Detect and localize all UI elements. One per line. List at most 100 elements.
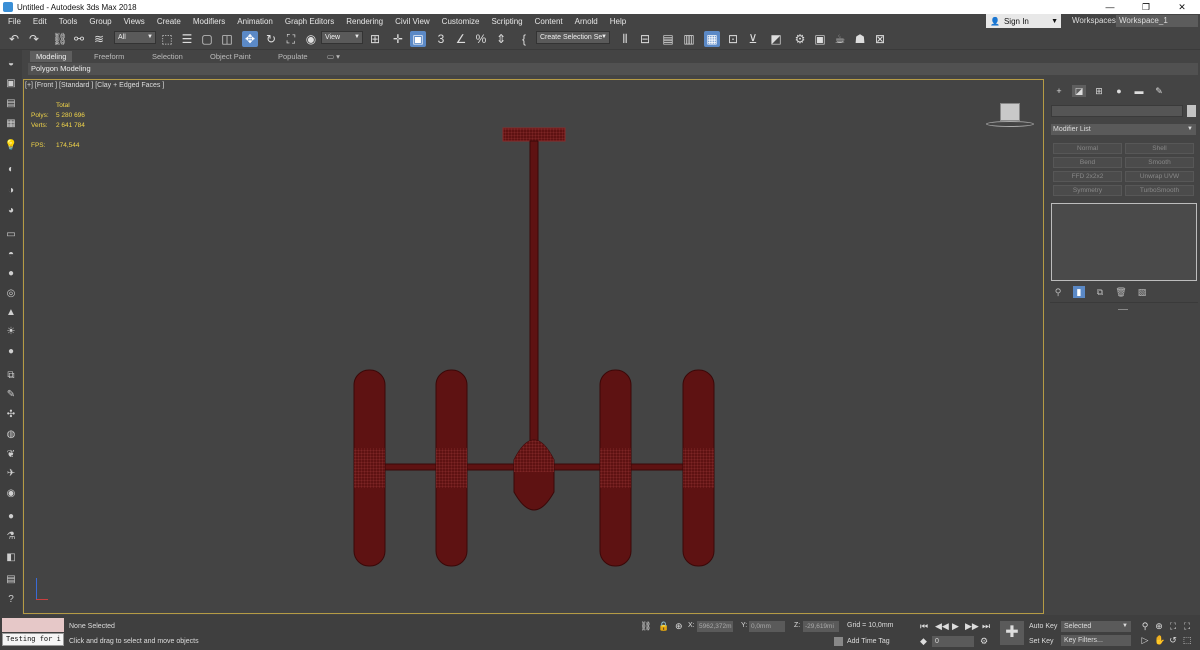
maxscript-listener-input[interactable]: Testing for i	[2, 633, 64, 646]
absolute-mode-icon[interactable]: ⊕	[675, 621, 683, 632]
rendered-frame-window-icon[interactable]: ▣	[812, 31, 828, 47]
viewport-nav-icon[interactable]: ◒	[4, 58, 18, 70]
blue-sphere-icon[interactable]: ●	[4, 511, 18, 523]
pan-icon[interactable]: ✋	[1154, 635, 1165, 646]
explorer-icon[interactable]: ▤	[4, 98, 18, 110]
link-icon[interactable]: ⛓	[52, 31, 68, 47]
menu-edit[interactable]: Edit	[27, 17, 53, 26]
render-production-icon[interactable]: ☕	[832, 31, 848, 47]
scene-explorer-icon[interactable]: ▤	[660, 31, 676, 47]
bird-icon[interactable]: ✈	[4, 468, 18, 480]
modify-tab-icon[interactable]: ◪	[1072, 85, 1086, 97]
camera-icon[interactable]: ◑	[4, 185, 18, 197]
field-of-view-icon[interactable]: ▷	[1140, 635, 1150, 646]
schematic-view-icon[interactable]: ⊻	[745, 31, 761, 47]
cone-icon[interactable]: ▲	[4, 307, 18, 319]
auto-key-button[interactable]: Auto Key	[1029, 623, 1057, 630]
modifier-button-unwrap-uvw[interactable]: Unwrap UVW	[1125, 171, 1194, 182]
viewcube-ring[interactable]	[986, 121, 1034, 127]
ribbon-polygon-modeling[interactable]: Polygon Modeling	[28, 64, 91, 73]
snap-toggle-icon[interactable]: 3	[433, 31, 449, 47]
display-tab-icon[interactable]: ▬	[1132, 85, 1146, 97]
menu-modifiers[interactable]: Modifiers	[187, 17, 231, 26]
document-icon[interactable]: ▤	[4, 574, 18, 586]
leaf-icon[interactable]: ❦	[4, 449, 18, 461]
render-iterative-icon[interactable]: ☗	[852, 31, 868, 47]
modifier-button-smooth[interactable]: Smooth	[1125, 157, 1194, 168]
menu-graph-editors[interactable]: Graph Editors	[279, 17, 340, 26]
maxscript-listener-output[interactable]	[2, 618, 64, 632]
minimize-button[interactable]: —	[1092, 0, 1128, 14]
modifier-button-shell[interactable]: Shell	[1125, 143, 1194, 154]
modifier-button-normal[interactable]: Normal	[1053, 143, 1122, 154]
help-icon[interactable]: ?	[4, 594, 18, 606]
shape-icon[interactable]: ◓	[4, 249, 18, 261]
select-by-name-icon[interactable]: ☰	[179, 31, 195, 47]
menu-tools[interactable]: Tools	[53, 17, 84, 26]
time-config-icon[interactable]: ⚙	[980, 636, 988, 647]
tool-icon[interactable]: ✎	[4, 389, 18, 401]
viewcube[interactable]	[1000, 103, 1020, 121]
maximize-viewport-icon[interactable]: ⬚	[1182, 635, 1192, 646]
pin-stack-icon[interactable]: ⚲	[1052, 286, 1064, 298]
spinner-snap-icon[interactable]: ⇕	[493, 31, 509, 47]
set-keys-icon[interactable]: ✚	[1000, 621, 1024, 645]
object-color-swatch[interactable]	[1187, 105, 1196, 117]
modifier-button-bend[interactable]: Bend	[1053, 157, 1122, 168]
modifier-list-dropdown[interactable]: Modifier List ▼	[1051, 124, 1196, 135]
tab-selection[interactable]: Selection	[152, 51, 183, 62]
align-icon[interactable]: ⊟	[637, 31, 653, 47]
unlink-icon[interactable]: ⚯	[71, 31, 87, 47]
modifier-button-ffd[interactable]: FFD 2x2x2	[1053, 171, 1122, 182]
configure-modifier-sets-icon[interactable]: ▧	[1136, 286, 1148, 298]
select-manipulate-icon[interactable]: ✛	[390, 31, 406, 47]
x-coordinate-field[interactable]: 5962,372m	[697, 621, 733, 632]
torus-icon[interactable]: ◎	[4, 288, 18, 300]
play-icon[interactable]: ▶	[952, 621, 959, 632]
z-coordinate-field[interactable]: -29,619mi	[803, 621, 839, 632]
light-icon[interactable]: 💡	[4, 140, 18, 152]
zoom-icon[interactable]: ⚲	[1140, 621, 1150, 632]
menu-customize[interactable]: Customize	[436, 17, 486, 26]
modifier-stack[interactable]	[1051, 203, 1197, 281]
current-frame-field[interactable]: 0	[932, 636, 974, 647]
object-name-field[interactable]	[1051, 105, 1183, 117]
mirror-icon[interactable]: ⫴	[617, 31, 633, 47]
menu-create[interactable]: Create	[151, 17, 187, 26]
material-editor-icon[interactable]: ◩	[768, 31, 784, 47]
place-icon[interactable]: ◉	[303, 31, 319, 47]
tab-freeform[interactable]: Freeform	[94, 51, 124, 62]
chandelier-model[interactable]	[340, 120, 730, 580]
menu-arnold[interactable]: Arnold	[569, 17, 604, 26]
menu-rendering[interactable]: Rendering	[340, 17, 389, 26]
ribbon-options-icon[interactable]: ▭ ▾	[327, 51, 340, 62]
percent-snap-icon[interactable]: %	[473, 31, 489, 47]
y-coordinate-field[interactable]: 0,0mm	[749, 621, 785, 632]
menu-animation[interactable]: Animation	[231, 17, 279, 26]
shape-primitive-icon[interactable]: ◧	[4, 552, 18, 564]
menu-file[interactable]: File	[0, 17, 27, 26]
modifier-button-symmetry[interactable]: Symmetry	[1053, 185, 1122, 196]
render-cloud-icon[interactable]: ⊠	[872, 31, 888, 47]
list-icon[interactable]: ▦	[4, 118, 18, 130]
pivot-center-icon[interactable]: ⊞	[367, 31, 383, 47]
material-ball-icon[interactable]: ●	[4, 346, 18, 358]
sun-icon[interactable]: ☀	[4, 326, 18, 338]
redo-icon[interactable]: ↷	[26, 31, 42, 47]
key-set-dropdown[interactable]: Selected ▼	[1061, 621, 1131, 632]
undo-icon[interactable]: ↶	[6, 31, 22, 47]
key-mode-toggle-icon[interactable]: ◆	[920, 636, 927, 647]
people-icon[interactable]: ◕	[4, 205, 18, 217]
next-frame-icon[interactable]: ▶▶	[965, 621, 979, 632]
ref-coord-dropdown[interactable]: View ▼	[321, 31, 363, 44]
menu-help[interactable]: Help	[604, 17, 632, 26]
wire-icon[interactable]: ⧉	[4, 370, 18, 382]
layer-explorer-icon[interactable]: ▥	[681, 31, 697, 47]
zoom-extents-icon[interactable]: ⛶	[1168, 621, 1178, 632]
motion-tab-icon[interactable]: ●	[1112, 85, 1126, 97]
tab-object-paint[interactable]: Object Paint	[210, 51, 251, 62]
box-icon[interactable]: ▭	[4, 229, 18, 241]
menu-views[interactable]: Views	[118, 17, 151, 26]
add-time-tag[interactable]: Add Time Tag	[834, 637, 890, 646]
selection-lock-icon[interactable]: 🔒	[658, 621, 669, 632]
